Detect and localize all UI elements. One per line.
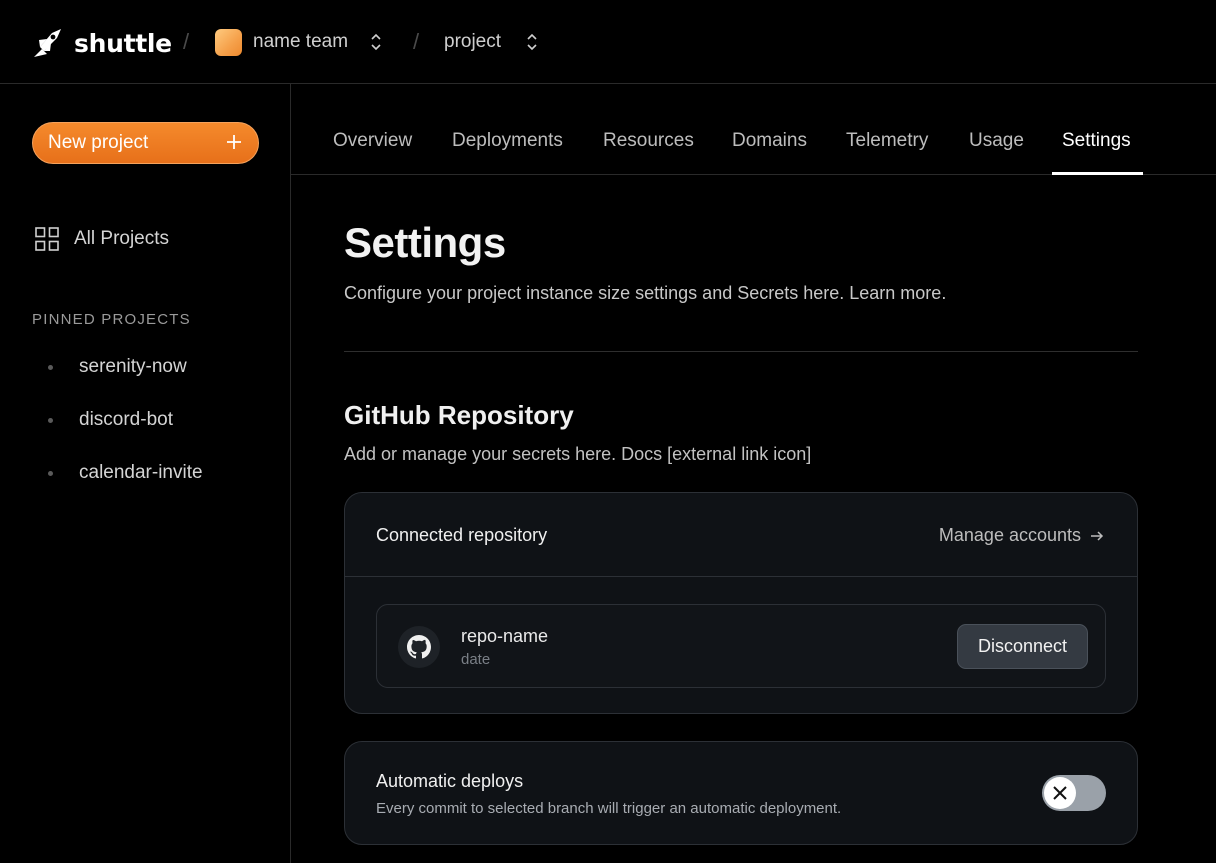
all-projects-label: All Projects — [74, 228, 170, 249]
main-content: Overview Deployments Resources Domains T… — [291, 84, 1216, 863]
automatic-deploys-toggle[interactable] — [1042, 775, 1106, 811]
repo-name: repo-name — [461, 626, 549, 646]
connected-repository-label: Connected repository — [376, 525, 548, 545]
tab-settings[interactable]: Settings — [1062, 130, 1131, 152]
manage-accounts-label: Manage accounts — [938, 525, 1081, 545]
bullet-dot — [48, 470, 53, 476]
arrow-right-icon — [1091, 530, 1104, 541]
github-section-title: GitHub Repository — [344, 400, 574, 430]
team-name[interactable]: name team — [253, 31, 348, 53]
disconnect-button[interactable]: Disconnect — [957, 624, 1088, 669]
tab-domains[interactable]: Domains — [732, 130, 807, 152]
bullet-dot — [48, 364, 53, 370]
breadcrumb-separator: / — [183, 29, 190, 54]
new-project-label: New project — [48, 132, 149, 153]
github-icon — [407, 635, 431, 659]
manage-accounts-link[interactable]: Manage accounts — [939, 525, 1105, 546]
automatic-deploys-title: Automatic deploys — [376, 771, 524, 791]
pinned-project-item[interactable]: discord-bot — [48, 409, 173, 431]
close-icon — [1053, 786, 1067, 800]
toggle-knob — [1044, 777, 1076, 809]
tab-bar: Overview Deployments Resources Domains T… — [291, 84, 1216, 175]
rocket-icon — [34, 29, 61, 57]
tab-deployments[interactable]: Deployments — [452, 130, 563, 152]
top-bar: shuttle / name team / project — [0, 0, 1216, 84]
automatic-deploys-description: Every commit to selected branch will tri… — [376, 800, 842, 817]
breadcrumb-separator: / — [413, 29, 420, 54]
all-projects-link[interactable]: All Projects — [34, 226, 169, 252]
pinned-project-label: serenity-now — [79, 356, 187, 377]
chevron-updown-icon[interactable] — [369, 30, 383, 54]
pinned-project-item[interactable]: serenity-now — [48, 356, 187, 378]
tab-overview[interactable]: Overview — [333, 130, 412, 152]
tab-usage[interactable]: Usage — [969, 130, 1024, 152]
team-avatar — [215, 29, 242, 56]
sidebar: New project All Projects PINNED PROJECTS… — [0, 84, 291, 863]
pinned-project-label: discord-bot — [79, 409, 173, 430]
tab-resources[interactable]: Resources — [603, 130, 694, 152]
new-project-button[interactable]: New project — [32, 122, 259, 164]
section-divider — [344, 351, 1138, 352]
automatic-deploys-card: Automatic deploys Every commit to select… — [344, 741, 1138, 845]
repo-date: date — [461, 651, 491, 668]
bullet-dot — [48, 417, 53, 423]
active-tab-indicator — [1052, 172, 1143, 175]
card-header: Connected repository Manage accounts — [345, 493, 1137, 577]
repository-row: repo-name date Disconnect — [376, 604, 1106, 688]
page-subtitle: Configure your project instance size set… — [344, 283, 947, 303]
page-title: Settings — [344, 219, 506, 266]
plus-icon — [227, 135, 241, 149]
pinned-project-label: calendar-invite — [79, 462, 203, 483]
github-section-subtitle: Add or manage your secrets here. Docs [e… — [344, 444, 812, 464]
grid-icon — [35, 227, 59, 251]
chevron-updown-icon[interactable] — [525, 30, 539, 54]
brand-name: shuttle — [74, 28, 172, 58]
tab-telemetry[interactable]: Telemetry — [846, 130, 928, 152]
github-avatar — [398, 626, 440, 668]
pinned-project-item[interactable]: calendar-invite — [48, 462, 203, 484]
pinned-projects-heading: PINNED PROJECTS — [32, 311, 191, 328]
project-name[interactable]: project — [444, 31, 501, 53]
connected-repository-card: Connected repository Manage accounts rep… — [344, 492, 1138, 714]
shuttle-logo[interactable]: shuttle — [30, 27, 172, 59]
